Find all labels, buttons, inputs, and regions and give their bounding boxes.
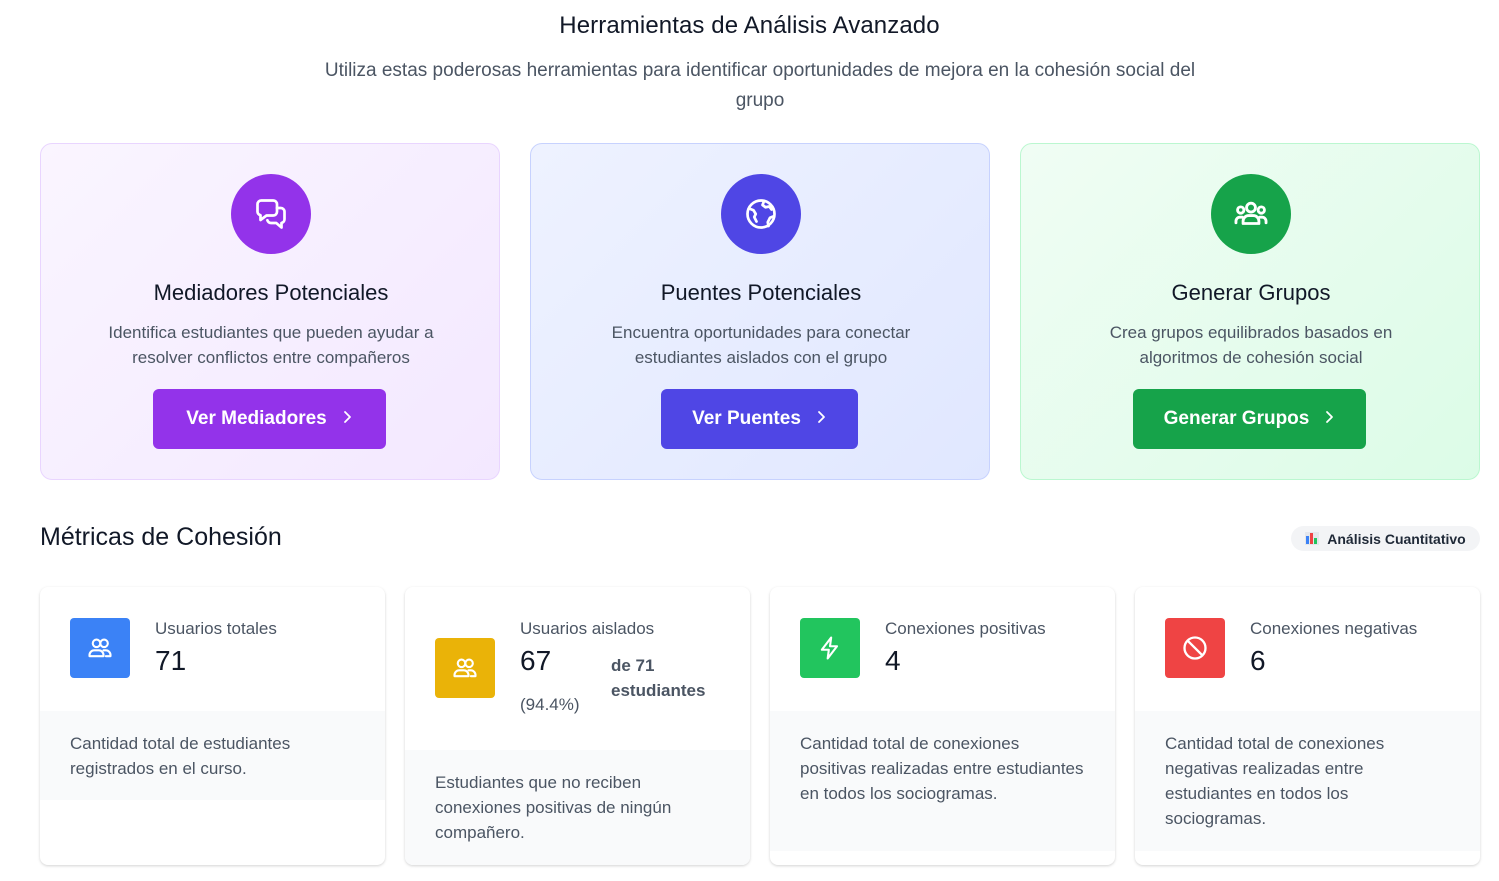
metric-description: Cantidad total de conexiones negativas r… xyxy=(1135,711,1480,851)
button-label: Generar Grupos xyxy=(1163,408,1310,429)
metric-label: Usuarios aislados xyxy=(520,619,655,638)
chevron-right-icon xyxy=(815,410,827,429)
tool-title: Mediadores Potenciales xyxy=(153,280,389,305)
generate-groups-button[interactable]: Generar Grupos xyxy=(1133,389,1366,449)
badge-label: Análisis Cuantitativo xyxy=(1327,530,1466,547)
metric-value: 4 xyxy=(885,645,901,676)
isolated-users-card: Usuarios aislados 67 (94.4%) de 71 estud… xyxy=(405,587,750,865)
lightning-icon xyxy=(800,618,860,678)
user-group-icon xyxy=(1211,174,1291,254)
tool-title: Generar Grupos xyxy=(1171,280,1331,305)
chevron-right-icon xyxy=(1323,410,1335,429)
metric-label: Conexiones negativas xyxy=(1250,619,1418,638)
bridges-card: Puentes Potenciales Encuentra oportunida… xyxy=(530,143,990,480)
generate-groups-card: Generar Grupos Crea grupos equilibrados … xyxy=(1020,143,1480,480)
positive-connections-card: Conexiones positivas 4 Cantidad total de… xyxy=(770,587,1115,865)
metric-value: 6 xyxy=(1250,645,1266,676)
total-users-card: Usuarios totales 71 Cantidad total de es… xyxy=(40,587,385,865)
tool-description: Encuentra oportunidades para conectar es… xyxy=(611,323,911,367)
view-mediators-button[interactable]: Ver Mediadores xyxy=(153,389,386,449)
tool-description: Identifica estudiantes que pueden ayudar… xyxy=(108,323,434,367)
page-subtitle: Utiliza estas poderosas herramientas par… xyxy=(324,60,1196,111)
negative-connections-card: Conexiones negativas 6 Cantidad total de… xyxy=(1135,587,1480,865)
metric-description: Estudiantes que no reciben conexiones po… xyxy=(405,750,750,865)
chevron-right-icon xyxy=(341,410,353,429)
button-label: Ver Mediadores xyxy=(186,408,327,429)
metrics-title: Métricas de Cohesión xyxy=(40,523,282,551)
page-title: Herramientas de Análisis Avanzado xyxy=(559,12,940,39)
metric-description: Cantidad total de conexiones positivas r… xyxy=(770,711,1115,851)
metric-value: 71 xyxy=(155,645,187,676)
globe-icon xyxy=(721,174,801,254)
metric-percent: (94.4%) xyxy=(520,695,580,714)
prohibited-icon xyxy=(1165,618,1225,678)
metric-value: 67 xyxy=(520,645,552,676)
metric-total-reference: de 71 estudiantes xyxy=(611,656,706,700)
chat-bubbles-icon xyxy=(231,174,311,254)
tool-description: Crea grupos equilibrados basados en algo… xyxy=(1109,323,1393,367)
metric-label: Usuarios totales xyxy=(155,619,277,638)
mediators-card: Mediadores Potenciales Identifica estudi… xyxy=(40,143,500,480)
view-bridges-button[interactable]: Ver Puentes xyxy=(661,389,858,449)
users-icon xyxy=(70,618,130,678)
metric-label: Conexiones positivas xyxy=(885,619,1046,638)
metric-description: Cantidad total de estudiantes registrado… xyxy=(40,711,385,800)
quantitative-analysis-badge: Análisis Cuantitativo xyxy=(1291,526,1480,551)
tool-title: Puentes Potenciales xyxy=(660,280,862,305)
bar-chart-icon xyxy=(1305,532,1320,545)
button-label: Ver Puentes xyxy=(692,408,801,429)
users-icon xyxy=(435,638,495,698)
